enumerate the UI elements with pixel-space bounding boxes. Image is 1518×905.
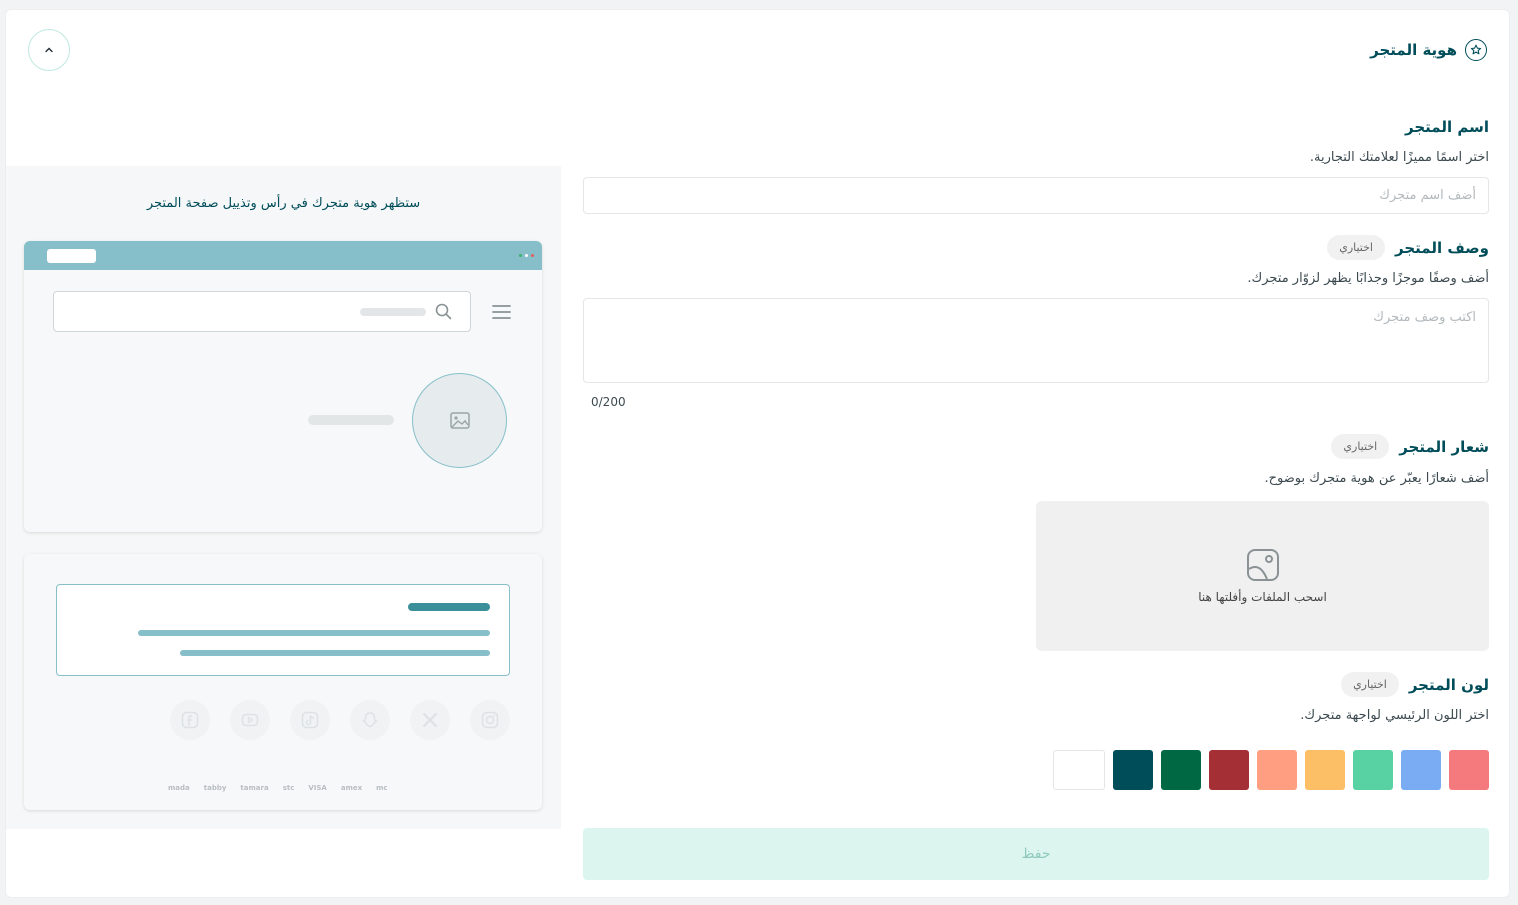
collapse-button[interactable] [28, 29, 70, 71]
color-swatch[interactable] [1449, 750, 1489, 790]
color-swatch[interactable] [1305, 750, 1345, 790]
footer-title-line [408, 603, 490, 611]
store-color-label: لون المتجر اختياري [1341, 672, 1489, 697]
section-title: هوية المتجر [1370, 41, 1457, 59]
dropzone-text: اسحب الملفات وأفلتها هنا [1198, 590, 1327, 604]
youtube-icon [230, 700, 270, 740]
store-name-placeholder-line [308, 415, 394, 425]
section-header: هوية المتجر [1370, 39, 1487, 61]
color-swatch[interactable] [1257, 750, 1297, 790]
footer-preview: mada tabby tamara stc VISA amex mc [24, 554, 542, 810]
tiktok-icon [290, 700, 330, 740]
browser-tab [47, 249, 96, 263]
color-swatch[interactable] [1113, 750, 1153, 790]
store-preview: ستظهر هوية متجرك في رأس وتذييل صفحة المت… [6, 166, 561, 829]
store-logo-label-text: شعار المتجر [1399, 437, 1489, 456]
payment-logo: amex [340, 784, 363, 792]
browser-bar [24, 241, 542, 270]
store-desc-label: وصف المتجر اختياري [1327, 235, 1489, 260]
store-color-label-text: لون المتجر [1408, 675, 1489, 694]
preview-search-bar [53, 291, 471, 332]
store-name-hint: اختر اسمًا مميزًا لعلامتك التجارية. [1309, 150, 1489, 165]
color-swatch[interactable] [1053, 750, 1105, 790]
payment-methods: mada tabby tamara stc VISA amex mc [168, 784, 388, 792]
color-swatch[interactable] [1209, 750, 1249, 790]
facebook-icon [170, 700, 210, 740]
payment-logo: tamara [240, 784, 269, 792]
store-identity-card: هوية المتجر اسم المتجر اختر اسمًا مميزًا… [5, 9, 1510, 898]
search-icon [435, 303, 452, 320]
instagram-icon [470, 700, 510, 740]
save-button[interactable]: حفظ [583, 828, 1489, 880]
header-preview [24, 241, 542, 532]
footer-text-line [138, 630, 490, 636]
store-desc-textarea[interactable]: اكتب وصف متجرك [583, 298, 1489, 383]
char-counter: 0/200 [591, 395, 626, 409]
store-name-placeholder: أضف اسم متجرك [1379, 188, 1476, 203]
optional-badge: اختياري [1327, 235, 1385, 260]
window-dots [519, 254, 534, 257]
search-placeholder-line [360, 308, 426, 316]
store-logo-hint: أضف شعارًا يعبّر عن هوية متجرك بوضوح. [1264, 471, 1490, 486]
optional-badge: اختياري [1331, 434, 1390, 459]
image-icon [449, 412, 470, 429]
store-desc-placeholder: اكتب وصف متجرك [1373, 310, 1476, 325]
color-swatches [1053, 750, 1489, 790]
footer-description-box [56, 584, 510, 676]
store-name-label-text: اسم المتجر [1405, 118, 1489, 136]
store-desc-hint: أضف وصفًا موجزًا وجذابًا يظهر لزوّار متج… [1247, 271, 1489, 286]
payment-logo: stc [282, 784, 295, 792]
payment-logo: VISA [308, 784, 327, 792]
preview-title: ستظهر هوية متجرك في رأس وتذييل صفحة المت… [146, 196, 421, 211]
color-swatch[interactable] [1353, 750, 1393, 790]
payment-logo: tabby [203, 784, 227, 792]
color-swatch[interactable] [1401, 750, 1441, 790]
store-name-input[interactable]: أضف اسم متجرك [583, 177, 1489, 214]
store-color-hint: اختر اللون الرئيسي لواجهة متجرك. [1300, 708, 1489, 723]
social-icons [170, 700, 510, 740]
snapchat-icon [350, 700, 390, 740]
payment-logo: mc [376, 784, 388, 792]
x-twitter-icon [410, 700, 450, 740]
hamburger-menu-icon [492, 305, 511, 319]
color-swatch[interactable] [1161, 750, 1201, 790]
store-name-label: اسم المتجر [1405, 118, 1489, 136]
logo-dropzone[interactable]: اسحب الملفات وأفلتها هنا [1036, 501, 1489, 651]
footer-text-line [180, 650, 490, 656]
payment-logo: mada [168, 784, 190, 792]
store-desc-label-text: وصف المتجر [1395, 238, 1489, 257]
store-logo-label: شعار المتجر اختياري [1331, 434, 1489, 459]
image-upload-icon [1246, 549, 1279, 581]
chevron-up-icon [45, 47, 53, 53]
logo-placeholder [412, 373, 507, 468]
star-badge-icon [1465, 39, 1487, 61]
optional-badge: اختياري [1341, 672, 1399, 697]
